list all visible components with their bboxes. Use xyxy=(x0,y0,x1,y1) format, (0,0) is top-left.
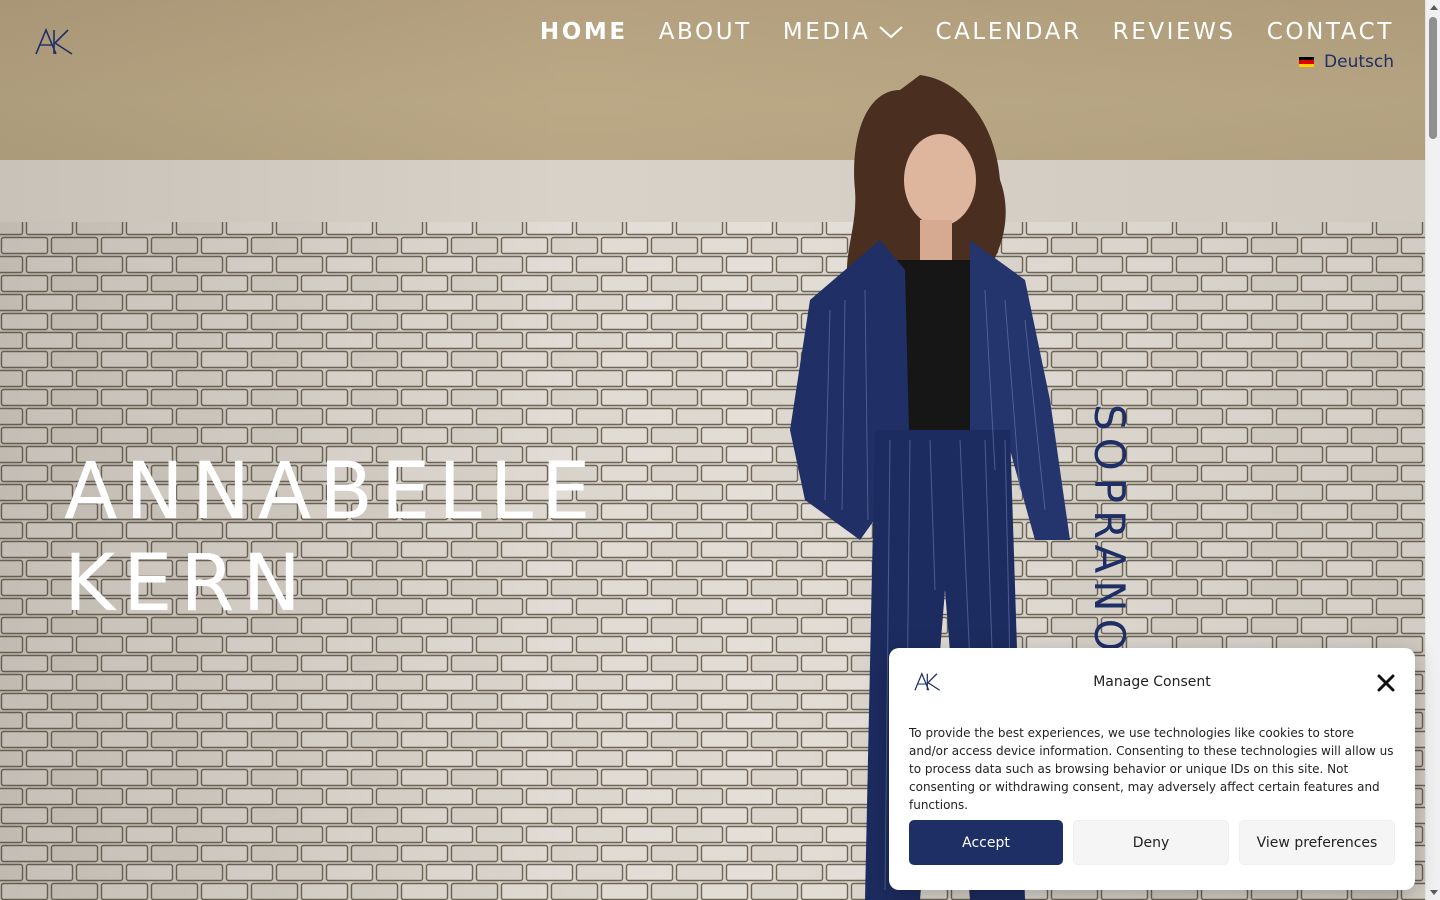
scroll-up-arrow-icon[interactable] xyxy=(1430,5,1438,10)
scroll-thumb[interactable] xyxy=(1429,17,1437,139)
artist-name-last: KERN xyxy=(64,539,309,629)
artist-name-first: ANNABELLE xyxy=(64,447,599,537)
nav-item-about[interactable]: ABOUT xyxy=(659,16,752,48)
chevron-down-icon xyxy=(879,26,904,39)
consent-description: To provide the best experiences, we use … xyxy=(909,726,1394,812)
nav-item-home[interactable]: HOME xyxy=(540,16,628,48)
nav-item-media[interactable]: MEDIA xyxy=(783,16,905,48)
voice-type: SOPRANO xyxy=(1085,404,1134,659)
main-navigation: HOME ABOUT MEDIA CALENDAR REVIEWS CONTAC… xyxy=(509,16,1394,48)
consent-title: Manage Consent xyxy=(1093,674,1211,690)
nav-item-reviews[interactable]: REVIEWS xyxy=(1113,16,1236,48)
nav-item-contact[interactable]: CONTACT xyxy=(1267,16,1394,48)
accept-button[interactable]: Accept xyxy=(909,820,1063,865)
deny-button[interactable]: Deny xyxy=(1073,820,1229,865)
nav-item-media-label: MEDIA xyxy=(782,19,871,45)
cookie-consent-dialog: Manage Consent To provide the best exper… xyxy=(889,648,1415,890)
consent-button-row: Accept Deny View preferences xyxy=(909,820,1395,865)
language-label: Deutsch xyxy=(1324,52,1394,72)
nav-item-calendar[interactable]: CALENDAR xyxy=(935,16,1081,48)
site-logo[interactable] xyxy=(34,26,76,58)
ak-monogram-logo-icon xyxy=(35,27,73,55)
artist-name: ANNABELLE KERN xyxy=(64,446,598,630)
close-icon[interactable] xyxy=(1377,674,1395,692)
page-scrollbar[interactable] xyxy=(1425,0,1440,900)
scroll-down-arrow-icon[interactable] xyxy=(1430,890,1438,895)
view-preferences-button[interactable]: View preferences xyxy=(1239,820,1395,865)
language-switcher[interactable]: Deutsch xyxy=(1299,52,1394,72)
german-flag-icon xyxy=(1299,57,1315,67)
